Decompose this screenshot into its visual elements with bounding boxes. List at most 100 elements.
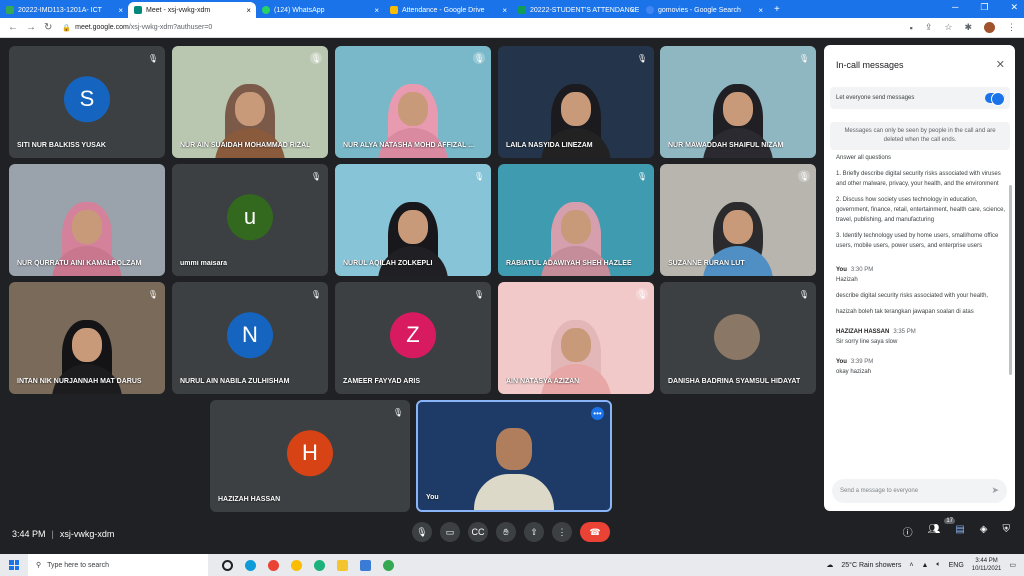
mic-off-icon: 🎙︎ — [310, 171, 322, 181]
camera-icon[interactable]: ▭ — [440, 522, 460, 542]
participant-tile[interactable]: 🎙︎ NURUL AQILAH ZOLKEPLI — [335, 164, 491, 276]
more-icon[interactable]: ⋮ — [1007, 22, 1016, 33]
url-field[interactable]: 🔒 meet.google.com/xsj-vwkg-xdm?authuser=… — [62, 24, 212, 32]
send-icon[interactable]: ➤ — [991, 485, 999, 496]
new-tab-button[interactable]: + — [774, 4, 780, 15]
close-icon[interactable]: × — [758, 6, 763, 15]
close-icon[interactable]: × — [118, 6, 123, 15]
participant-tile[interactable]: 🎙︎ INTAN NIK NURJANNAH MAT DARUS — [9, 282, 165, 394]
sheets-icon — [6, 6, 14, 14]
close-window-icon[interactable]: ✕ — [1010, 2, 1018, 13]
close-icon[interactable]: × — [630, 6, 635, 15]
participant-tile[interactable]: H 🎙︎ HAZIZAH HASSAN — [210, 400, 410, 512]
self-video-tile[interactable]: ••• You — [416, 400, 612, 512]
captions-icon[interactable]: CC — [468, 522, 488, 542]
camera-in-use-icon[interactable]: ▪ — [910, 23, 913, 33]
chat-input[interactable]: Send a message to everyone ➤ — [832, 479, 1007, 503]
taskbar-search[interactable]: ⚲ Type here to search — [28, 554, 208, 576]
participant-video — [474, 420, 554, 510]
participant-tile[interactable]: 🎙︎ SUZANNE RURAN LUT — [660, 164, 816, 276]
cortana-icon[interactable] — [222, 559, 233, 571]
profile-avatar[interactable] — [984, 22, 995, 33]
maximize-icon[interactable]: ❐ — [980, 2, 988, 13]
tab-attendance[interactable]: 20222-STUDENT'S ATTENDANCE × — [512, 2, 640, 18]
close-icon[interactable]: × — [246, 6, 251, 15]
chrome-icon[interactable] — [268, 559, 279, 571]
edge-icon[interactable] — [245, 559, 256, 571]
tab-ict[interactable]: 20222-IMD113-1201A- ICT × — [0, 2, 128, 18]
participant-tile[interactable]: 🎙︎ NUR ALYA NATASHA MOHD AFFIZAL ... — [335, 46, 491, 158]
activities-icon[interactable]: ◈ — [980, 524, 988, 539]
chrome-icon[interactable] — [291, 559, 302, 571]
mic-off-icon: 🎙︎ — [636, 288, 648, 300]
participant-tile[interactable]: 🎙︎ AIN NATASYA AZIZAN — [498, 282, 654, 394]
network-icon[interactable]: ▲ — [921, 562, 928, 569]
edge-icon[interactable] — [314, 559, 325, 571]
avatar: Z — [390, 312, 436, 359]
extensions-icon[interactable]: ✱ — [964, 22, 972, 33]
present-screen-icon[interactable]: ⇧ — [524, 522, 544, 542]
meeting-controls-bar: 3:44 PM | xsj-vwkg-xdm 🎙︎ ▭ CC ✋︎ ⇧ ⋮ ☎︎… — [0, 516, 1024, 554]
whatsapp-icon — [262, 6, 270, 14]
chat-messages[interactable]: Answer all questions 1. Briefly describe… — [836, 153, 1006, 473]
mic-off-icon: 🎙︎ — [147, 289, 159, 299]
participant-tile[interactable]: u 🎙︎ ummi maisara — [172, 164, 328, 276]
weather-icon[interactable]: ☁ — [826, 561, 833, 569]
mic-off-icon: 🎙︎ — [473, 52, 485, 64]
participant-tile[interactable]: 🎙︎ DANISHA BADRINA SYAMSUL HIDAYAT — [660, 282, 816, 394]
google-icon — [646, 6, 654, 14]
participant-tile[interactable]: 🎙︎ NUR MAWADDAH SHAIFUL NIZAM — [660, 46, 816, 158]
allow-messages-toggle[interactable] — [985, 92, 1005, 106]
chevron-up-icon[interactable]: ˄ — [909, 562, 913, 569]
tab-drive[interactable]: Attendance - Google Drive × — [384, 2, 512, 18]
participant-tile[interactable]: 🎙︎ RABIATUL ADAWIYAH SHEH HAZLEE — [498, 164, 654, 276]
participant-tile[interactable]: NUR QURRATU AINI KAMALROLZAM — [9, 164, 165, 276]
notifications-icon[interactable]: ▭ — [1009, 561, 1016, 569]
forward-icon[interactable]: → — [26, 22, 36, 33]
participant-tile[interactable]: N 🎙︎ NURUL AIN NABILA ZULHISHAM — [172, 282, 328, 394]
participant-tile[interactable]: 🎙︎ NUR AIN SUAIDAH MOHAMMAD RIZAL — [172, 46, 328, 158]
tab-google-search[interactable]: gomovies - Google Search × — [640, 2, 768, 18]
browser-tab-bar: 20222-IMD113-1201A- ICT × Meet - xsj-vwkg… — [0, 0, 1024, 18]
taskbar-apps — [222, 559, 394, 571]
people-icon[interactable]: 👥︎ 17 — [928, 518, 956, 539]
message-text: 2. Discuss how society uses technology i… — [836, 197, 1006, 223]
tab-meet[interactable]: Meet - xsj-vwkg-xdm × — [128, 2, 256, 18]
avatar: u — [227, 194, 273, 241]
minimize-icon[interactable]: ─ — [952, 2, 958, 13]
close-icon[interactable]: ✕ — [996, 58, 1005, 71]
avatar: N — [227, 312, 273, 359]
chat-icon[interactable]: ▤ — [955, 524, 964, 539]
volume-icon[interactable]: 🔈︎ — [936, 561, 940, 569]
mic-off-icon: 🎙︎ — [798, 289, 810, 299]
participant-tile[interactable]: 🎙︎ LAILA NASYIDA LINEZAM — [498, 46, 654, 158]
share-icon[interactable]: ⇪ — [925, 22, 933, 33]
microphone-icon[interactable]: 🎙︎ — [412, 522, 432, 542]
more-options-icon[interactable]: ⋮ — [552, 522, 572, 542]
tab-whatsapp[interactable]: (124) WhatsApp × — [256, 2, 384, 18]
bookmark-star-icon[interactable]: ☆ — [944, 22, 952, 33]
file-explorer-icon[interactable] — [337, 559, 348, 571]
participant-tile[interactable]: Z 🎙︎ ZAMEER FAYYAD ARIS — [335, 282, 491, 394]
windows-start-icon[interactable] — [9, 560, 19, 570]
host-controls-icon[interactable]: ⛨ — [1003, 524, 1011, 539]
meeting-info: 3:44 PM | xsj-vwkg-xdm — [12, 529, 115, 539]
store-icon[interactable] — [360, 559, 371, 571]
leave-call-button[interactable]: ☎︎ — [580, 522, 610, 542]
raise-hand-icon[interactable]: ✋︎ — [496, 522, 516, 542]
meeting-stage: S 🎙︎ SITI NUR BALKISS YUSAK 🎙︎ NUR AIN S… — [0, 38, 1024, 554]
chat-message: You 3:39 PM okay hazizah — [836, 359, 874, 375]
chrome-icon[interactable] — [383, 559, 394, 571]
chat-scrollbar[interactable] — [1009, 185, 1012, 375]
search-icon: ⚲ — [36, 562, 42, 569]
info-icon[interactable]: ⓘ — [903, 524, 913, 539]
address-bar: ← → ↻ 🔒 meet.google.com/xsj-vwkg-xdm?aut… — [0, 18, 1024, 38]
back-icon[interactable]: ← — [8, 22, 18, 33]
close-icon[interactable]: × — [374, 6, 379, 15]
mic-off-icon: 🎙︎ — [798, 53, 810, 63]
more-options-icon[interactable]: ••• — [591, 407, 604, 420]
participant-tile[interactable]: S 🎙︎ SITI NUR BALKISS YUSAK — [9, 46, 165, 158]
reload-icon[interactable]: ↻ — [44, 22, 52, 33]
close-icon[interactable]: × — [502, 6, 507, 15]
taskbar-clock[interactable]: 3:44 PM 10/11/2021 — [972, 557, 1002, 573]
